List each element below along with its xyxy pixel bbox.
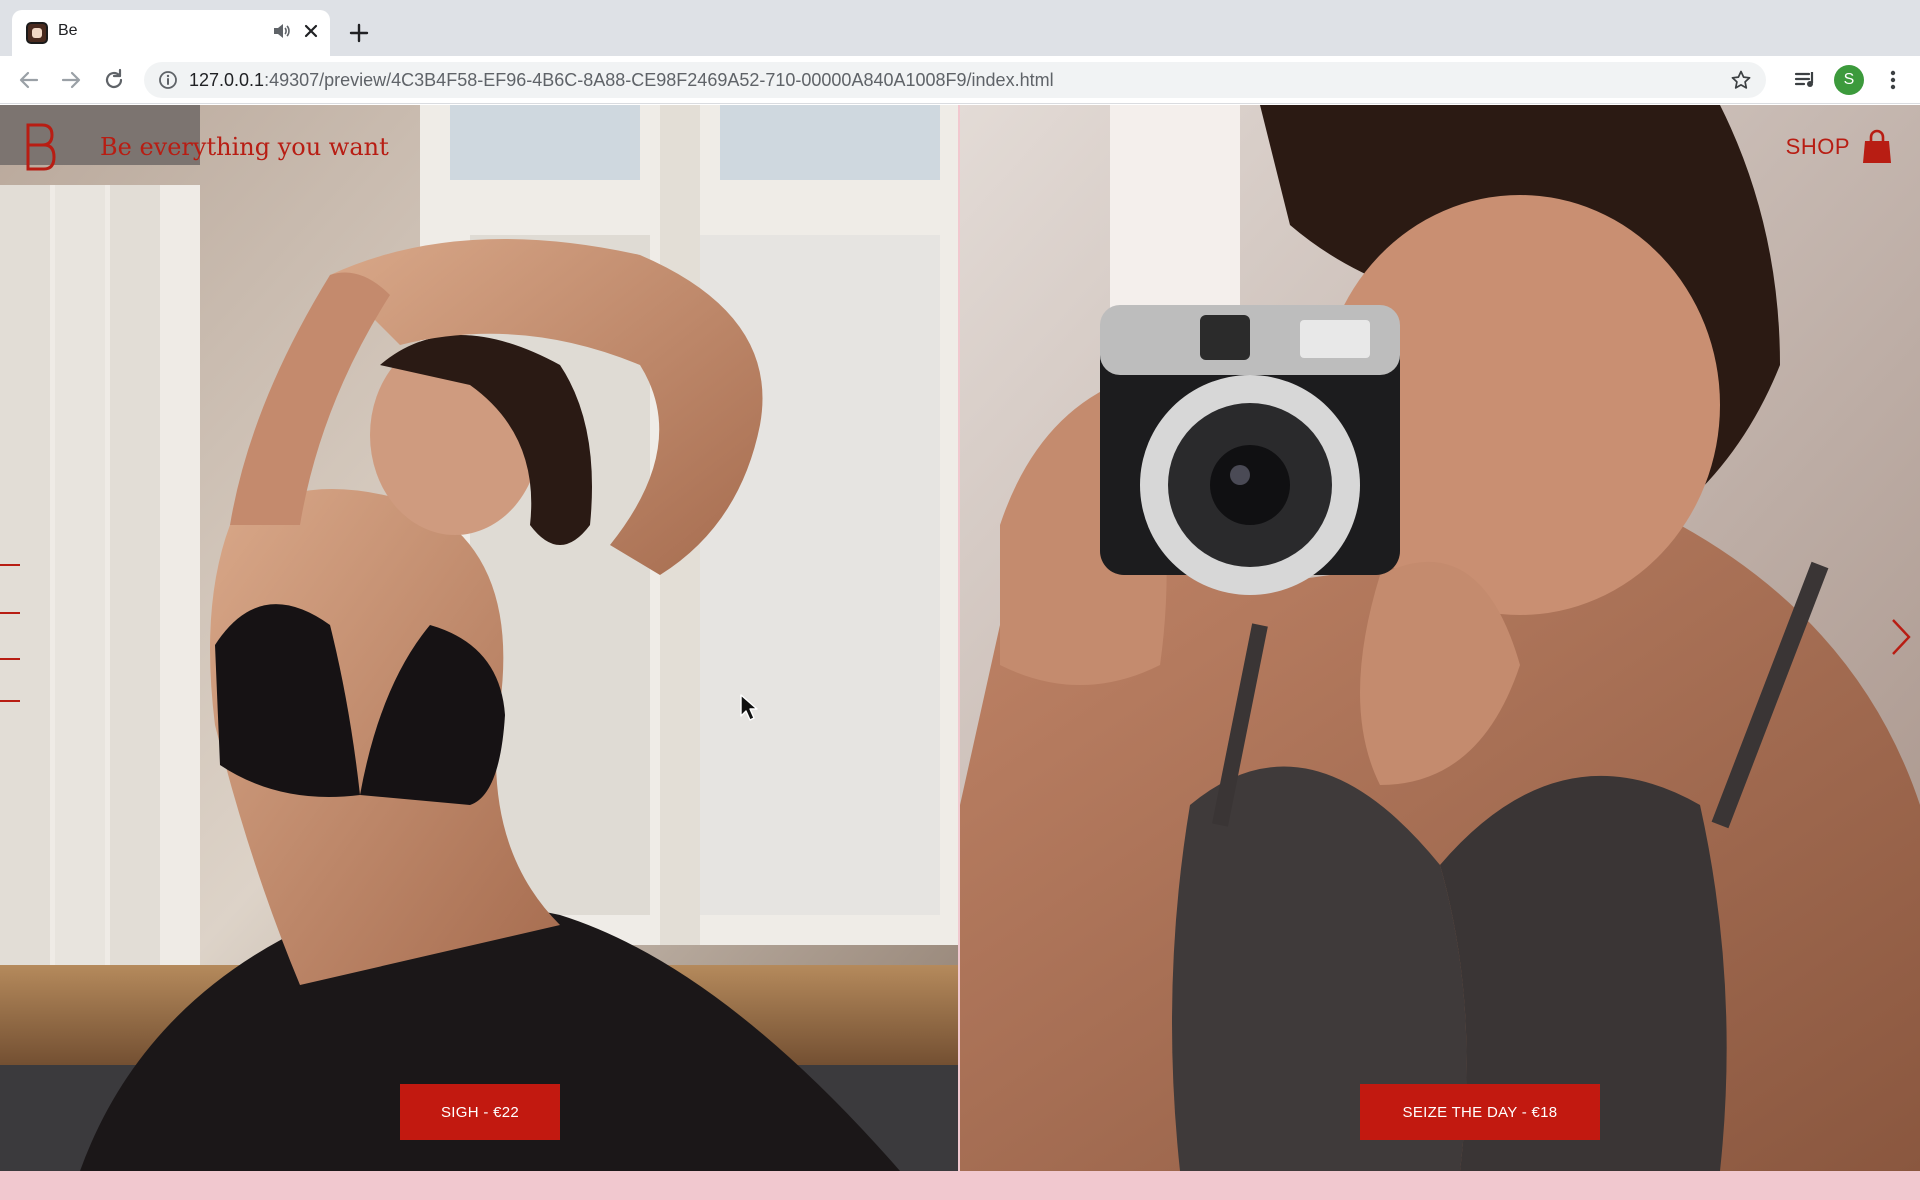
brand-logo-icon[interactable] [20, 121, 60, 173]
reload-icon[interactable] [101, 67, 127, 93]
arrow-left-icon[interactable] [16, 67, 42, 93]
media-queue-icon[interactable] [1792, 67, 1818, 93]
slide-indicator-lines[interactable] [0, 563, 22, 703]
browser-tab-strip: Be [0, 0, 1920, 56]
audio-playing-icon[interactable] [270, 20, 292, 42]
star-icon[interactable] [1730, 69, 1752, 91]
page-viewport: Be everything you want SHOP SIGH - €22 S… [0, 105, 1920, 1200]
product-button-seize-the-day[interactable]: SEIZE THE DAY - €18 [1360, 1084, 1600, 1140]
tab-title: Be [58, 22, 78, 39]
arrow-right-icon[interactable] [58, 67, 84, 93]
browser-toolbar: 127.0.0.1:49307/preview/4C3B4F58-EF96-4B… [0, 56, 1920, 104]
url-text[interactable]: 127.0.0.1:49307/preview/4C3B4F58-EF96-4B… [189, 70, 1054, 91]
info-icon[interactable] [158, 70, 178, 90]
brand-tagline: Be everything you want [100, 133, 389, 161]
shop-label: SHOP [1785, 134, 1850, 159]
mouse-cursor-icon [740, 694, 758, 722]
product-photo-seize-the-day: SHOP [960, 105, 1920, 1171]
shopping-bag-icon [1863, 129, 1891, 163]
browser-tab-active[interactable]: Be [12, 10, 330, 56]
product-photo-sigh: Be everything you want [0, 105, 958, 1171]
profile-avatar[interactable]: S [1834, 65, 1864, 95]
site-favicon-icon [26, 22, 48, 44]
product-photo-seize-the-day-image [960, 105, 1920, 1171]
chevron-right-icon[interactable] [1890, 617, 1912, 657]
close-tab-icon[interactable] [300, 20, 322, 42]
url-path: :49307/preview/4C3B4F58-EF96-4B6C-8A88-C… [264, 70, 1054, 90]
url-host: 127.0.0.1 [189, 70, 265, 90]
kebab-menu-icon[interactable] [1880, 67, 1906, 93]
address-bar[interactable]: 127.0.0.1:49307/preview/4C3B4F58-EF96-4B… [144, 62, 1766, 98]
new-tab-plus-icon[interactable] [346, 20, 372, 46]
product-button-sigh[interactable]: SIGH - €22 [400, 1084, 560, 1140]
product-photo-sigh-image [0, 105, 958, 1171]
shop-link[interactable]: SHOP [1786, 127, 1892, 167]
